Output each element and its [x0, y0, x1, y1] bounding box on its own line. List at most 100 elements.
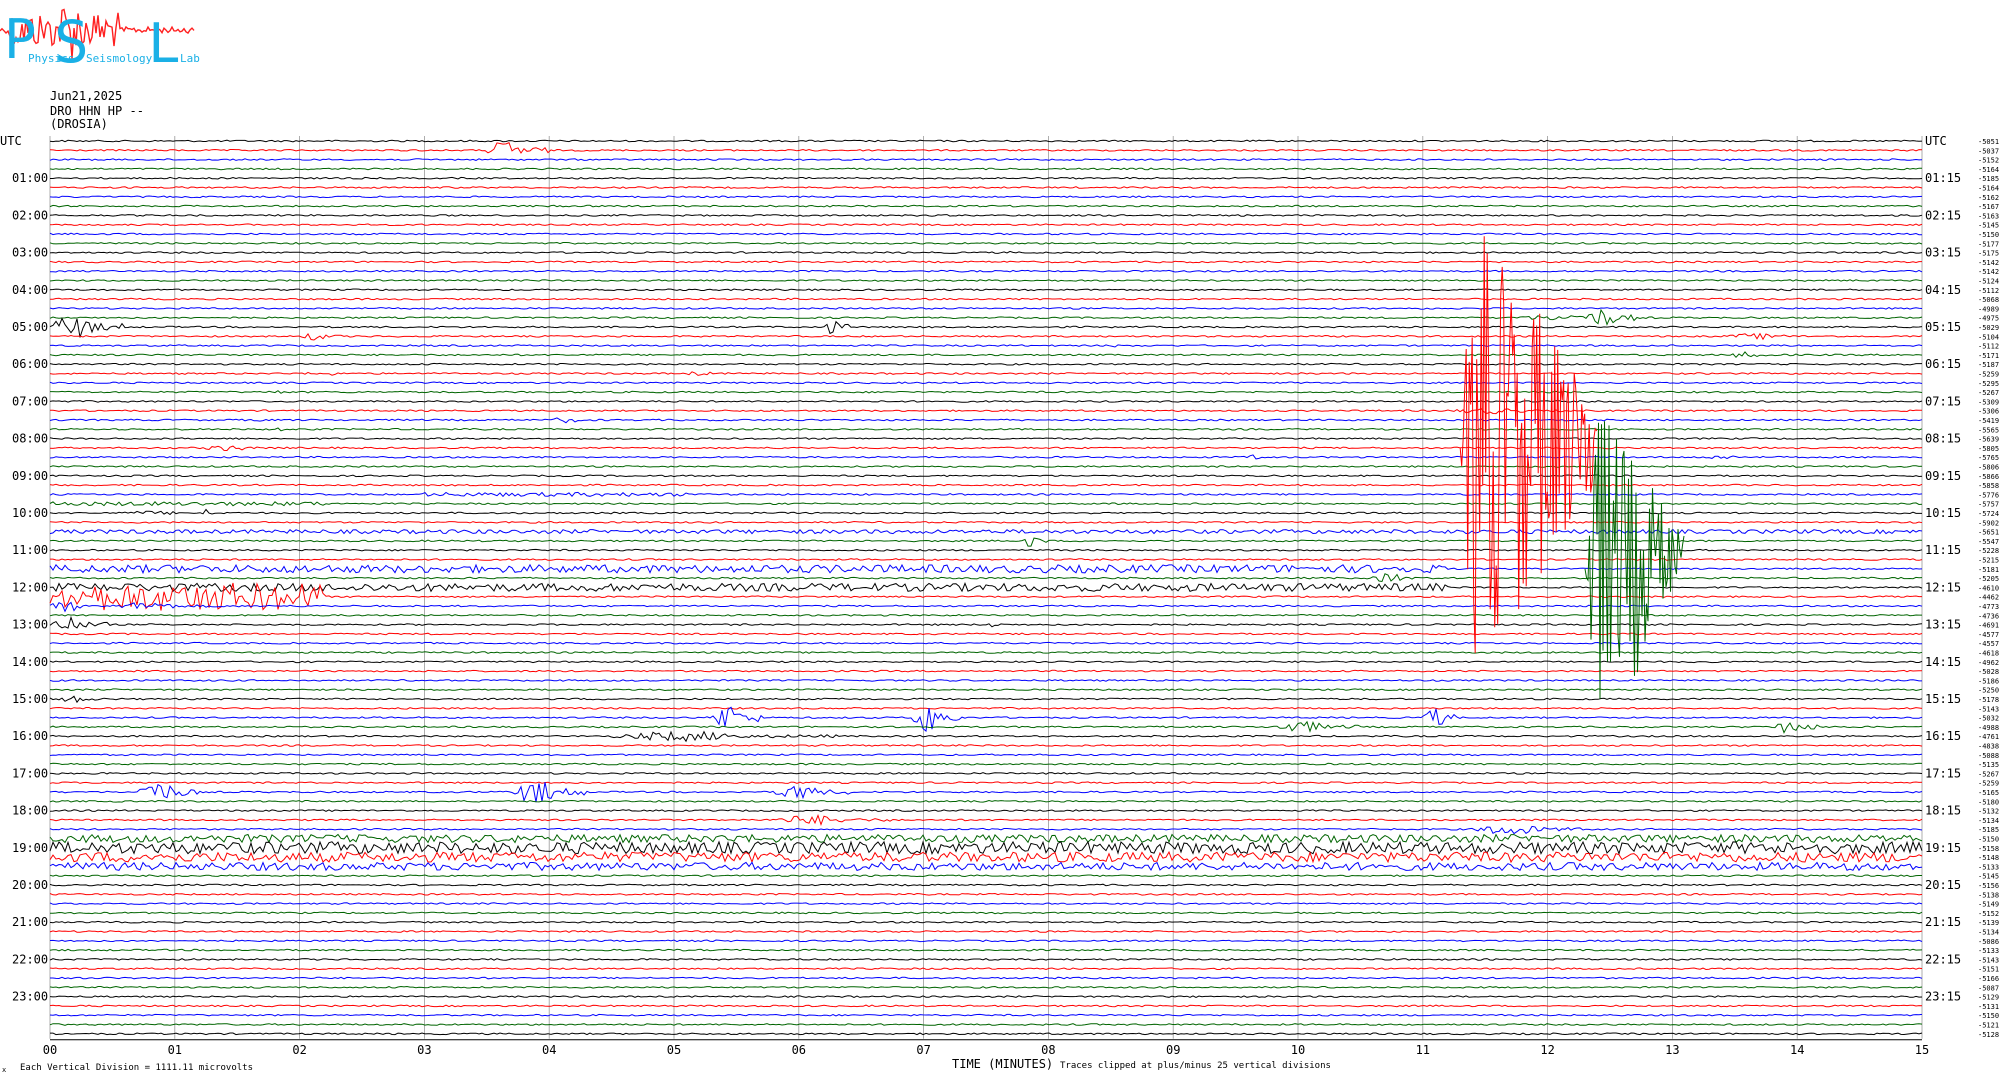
left-hour-label: UTC [0, 134, 22, 148]
offset-label: -5132 [1978, 808, 1999, 816]
offset-label: -5028 [1978, 668, 1999, 676]
trace-line [49, 730, 1923, 743]
left-hour-label: 03:00 [12, 246, 48, 260]
left-hour-label: 18:00 [12, 804, 48, 818]
offset-label: -5902 [1978, 519, 1999, 527]
trace-line [49, 260, 1922, 264]
offset-label: -4610 [1978, 584, 1999, 592]
trace-line [49, 939, 1923, 943]
offset-label: -5112 [1978, 287, 1999, 295]
trace-line [49, 920, 1923, 924]
trace-line [49, 615, 1923, 629]
offset-label: -5757 [1978, 501, 1999, 509]
trace-line [50, 297, 1923, 301]
trace-line [49, 491, 1923, 498]
trace-line [49, 307, 1923, 310]
trace-line [49, 782, 1923, 803]
offset-label: -5149 [1978, 901, 1999, 909]
offset-label: -5156 [1978, 882, 1999, 890]
right-hour-label: 16:15 [1925, 729, 1961, 743]
offset-label: -5806 [1978, 464, 1999, 472]
trace-line [49, 911, 1923, 915]
logo-word-physics: Physics [28, 52, 74, 65]
trace-line [49, 809, 1923, 812]
offset-label: -5858 [1978, 482, 1999, 490]
offset-label: -5419 [1978, 417, 1999, 425]
left-hour-label: 19:00 [12, 841, 48, 855]
trace-line [49, 167, 1923, 171]
x-tick-label: 10 [1291, 1043, 1305, 1057]
trace-line [49, 1023, 1923, 1026]
right-hour-label: UTC [1925, 134, 1947, 148]
right-hour-label: 23:15 [1925, 990, 1961, 1004]
psl-logo: P S L Physics Seismology Lab [0, 8, 200, 76]
right-hour-label: 12:15 [1925, 580, 1961, 594]
trace-line [49, 520, 1923, 524]
left-hour-label: 14:00 [12, 655, 48, 669]
trace-line [49, 799, 1923, 803]
offset-label: -4975 [1978, 315, 1999, 323]
trace-line [49, 195, 1923, 199]
offset-label: -5163 [1978, 212, 1999, 220]
x-tick-label: 06 [792, 1043, 806, 1057]
trace-line [49, 695, 1923, 704]
offset-label: -5128 [1978, 1031, 1999, 1039]
x-tick-label: 04 [542, 1043, 556, 1057]
left-hour-label: 04:00 [12, 283, 48, 297]
trace-line [49, 1013, 1923, 1017]
offset-label: -5186 [1978, 677, 1999, 685]
trace-line [49, 548, 1923, 552]
trace-line [49, 669, 1923, 673]
trace-line [49, 474, 1923, 478]
offset-label: -5133 [1978, 863, 1999, 871]
logo-letter-l: L [148, 12, 181, 75]
trace-line [49, 501, 1923, 507]
offset-label: -5148 [1978, 854, 1999, 862]
trace-line [49, 288, 1923, 292]
offset-label: -5765 [1978, 454, 1999, 462]
trace-line [49, 892, 1923, 896]
x-tick-label: 08 [1041, 1043, 1055, 1057]
right-hour-label: 06:15 [1925, 357, 1961, 371]
right-hour-label: 10:15 [1925, 506, 1961, 520]
offset-label: -5250 [1978, 687, 1999, 695]
x-tick-label: 01 [168, 1043, 182, 1057]
right-hour-label: 04:15 [1925, 283, 1961, 297]
seismogram-page: P S L Physics Seismology Lab Jun21,2025 … [0, 0, 2010, 1080]
right-hour-label: 05:15 [1925, 320, 1961, 334]
offset-label: -5776 [1978, 491, 1999, 499]
offset-label: -5150 [1978, 231, 1999, 239]
trace-line [49, 1004, 1923, 1008]
trace-line [49, 762, 1923, 766]
right-hour-label: 17:15 [1925, 766, 1961, 780]
trace-line [49, 613, 1922, 617]
offset-label: -5152 [1978, 910, 1999, 918]
offset-label: -5181 [1978, 566, 1999, 574]
trace-line [49, 948, 1923, 952]
x-tick-label: 12 [1540, 1043, 1554, 1057]
right-offset-labels: -5051-5037-5152-5164-5185-5164-5162-5167… [1978, 138, 1999, 1039]
offset-label: -4736 [1978, 612, 1999, 620]
offset-label: -5565 [1978, 426, 1999, 434]
trace-line [49, 651, 1923, 654]
offset-label: -5121 [1978, 1022, 1999, 1030]
trace-line [49, 186, 1923, 189]
right-hour-label: 01:15 [1925, 171, 1961, 185]
left-hour-label: 11:00 [12, 543, 48, 557]
left-hour-label: 15:00 [12, 692, 48, 706]
helicorder-chart: P S L Physics Seismology Lab Jun21,2025 … [0, 8, 1999, 1074]
right-hour-label: 07:15 [1925, 394, 1961, 408]
offset-label: -4618 [1978, 650, 1999, 658]
left-hour-label: 22:00 [12, 952, 48, 966]
offset-label: -4577 [1978, 631, 1999, 639]
offset-label: -5259 [1978, 371, 1999, 379]
x-tick-label: 14 [1790, 1043, 1804, 1057]
trace-line [49, 204, 1923, 208]
trace-line [49, 537, 1923, 547]
station-channel: DRO HHN HP -- [50, 104, 144, 118]
vertical-division-note: Each Vertical Division = 1111.11 microvo… [20, 1063, 253, 1073]
trace-line [49, 958, 1923, 961]
left-hour-label: 06:00 [12, 357, 48, 371]
trace-line [49, 241, 1923, 245]
trace-line [49, 840, 1923, 856]
